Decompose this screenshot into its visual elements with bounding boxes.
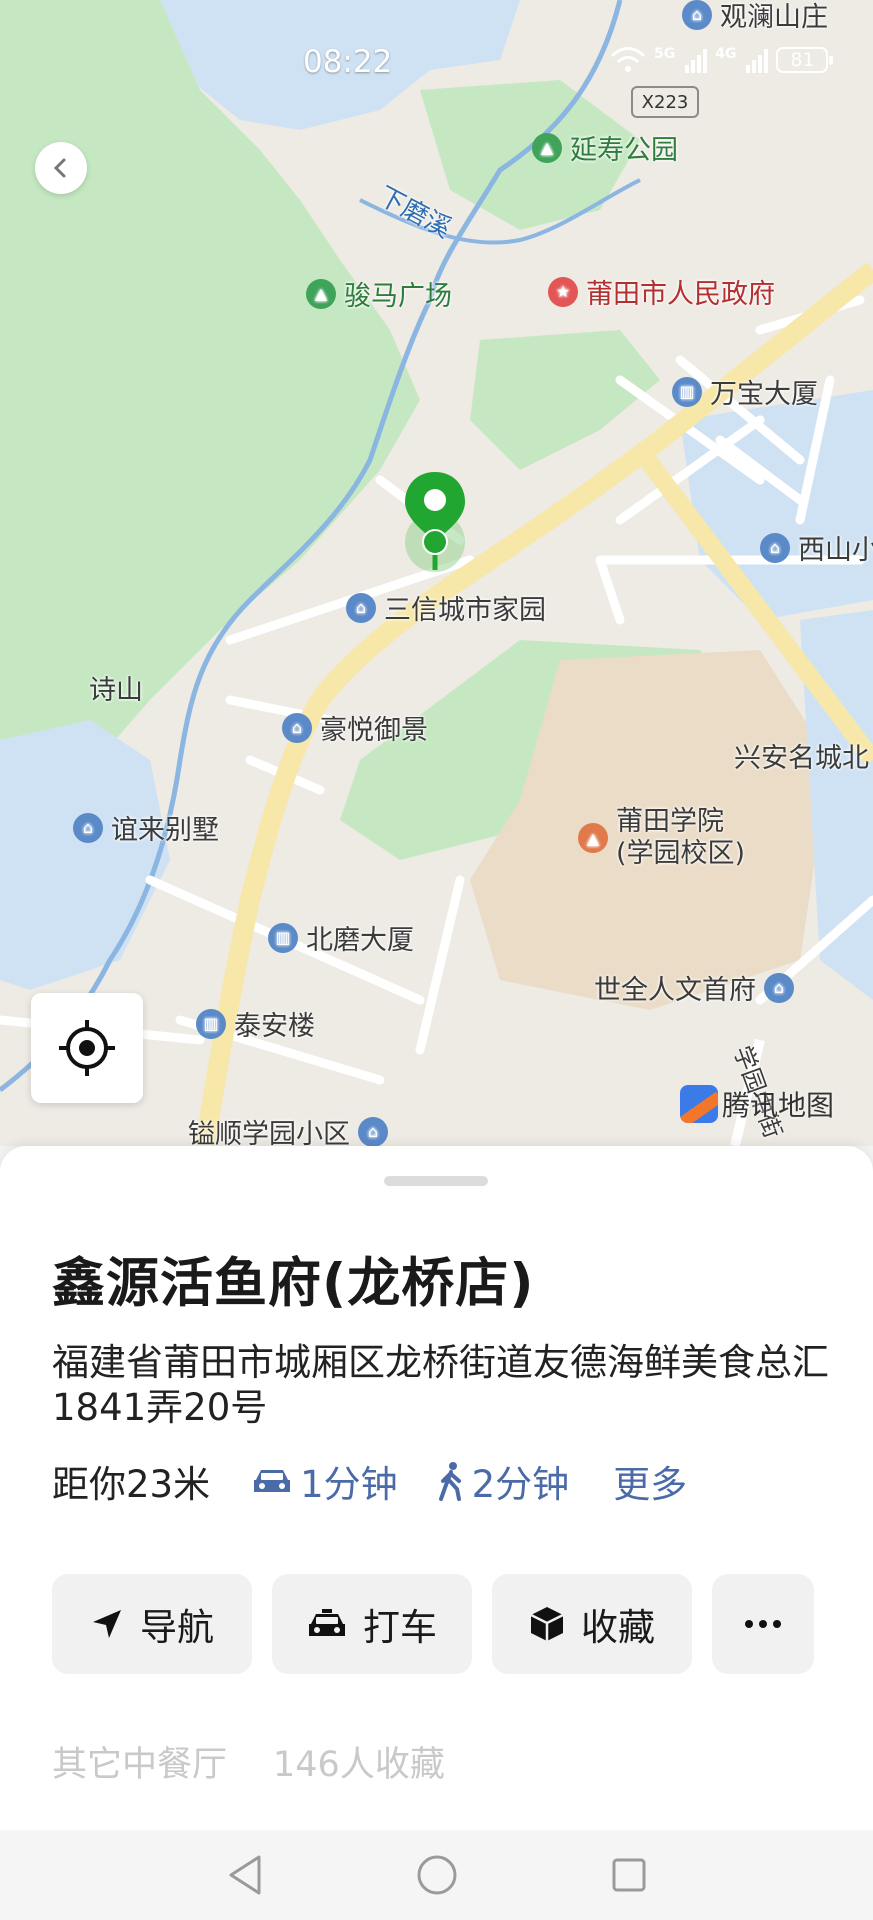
building-icon: ▥ bbox=[196, 1008, 226, 1039]
map-label-text: 北磨大厦 bbox=[306, 925, 414, 956]
map-label-gov[interactable]: ★ 莆田市人民政府 bbox=[548, 272, 775, 311]
battery-level: 81 bbox=[790, 49, 815, 71]
graduation-cap-icon: ▲ bbox=[578, 823, 608, 853]
house-icon: ⌂ bbox=[73, 812, 103, 843]
map-label-text: 镒顺学园小区 bbox=[188, 1119, 350, 1146]
map-label-yilai[interactable]: ⌂ 谊来别墅 bbox=[73, 808, 219, 847]
locate-me-button[interactable] bbox=[31, 993, 143, 1103]
house-icon: ⌂ bbox=[358, 1116, 388, 1146]
building-icon: ▥ bbox=[672, 376, 702, 407]
system-navigation-bar bbox=[0, 1830, 873, 1920]
house-icon: ⌂ bbox=[346, 592, 376, 623]
map-label-text: 三信城市家园 bbox=[384, 595, 546, 626]
network-4g-label: 4G bbox=[715, 46, 737, 62]
tencent-map-logo bbox=[680, 1085, 718, 1123]
map-label-text: 诗山 bbox=[89, 675, 143, 706]
taxi-icon bbox=[309, 1609, 345, 1636]
tree-icon: ▲ bbox=[532, 132, 562, 163]
road-shield-x223: X223 bbox=[631, 86, 699, 118]
favorite-button[interactable]: 收藏 bbox=[492, 1574, 692, 1674]
drive-time-button[interactable]: 1分钟 bbox=[252, 1454, 398, 1508]
walking-icon bbox=[438, 1462, 461, 1501]
chevron-left-icon bbox=[53, 158, 66, 178]
network-5g-label: 5G bbox=[654, 46, 676, 62]
place-address: 福建省莆田市城厢区龙桥街道友德海鲜美食总汇1841弄20号 bbox=[52, 1341, 829, 1429]
watermark-text: 腾讯地图 bbox=[722, 1089, 835, 1122]
taxi-label: 打车 bbox=[363, 1606, 437, 1649]
map-label-sanxin[interactable]: ⌂ 三信城市家园 bbox=[346, 588, 546, 627]
back-button[interactable] bbox=[35, 142, 87, 194]
map-label-shishan: 诗山 bbox=[89, 668, 143, 707]
wifi-icon bbox=[610, 47, 646, 72]
battery-icon: 81 bbox=[776, 47, 834, 73]
drive-time-text: 1分钟 bbox=[300, 1463, 398, 1506]
tree-icon: ▲ bbox=[306, 278, 336, 309]
map-label-text: 泰安楼 bbox=[234, 1011, 315, 1042]
building-icon: ▥ bbox=[268, 922, 298, 953]
drag-handle[interactable] bbox=[384, 1176, 488, 1186]
place-detail-sheet[interactable]: 鑫源活鱼府(龙桥店) 福建省莆田市城厢区龙桥街道友德海鲜美食总汇1841弄20号… bbox=[0, 1146, 873, 1830]
map-label-taian[interactable]: ▥ 泰安楼 bbox=[196, 1004, 315, 1043]
map-label-text: 延寿公园 bbox=[570, 135, 678, 166]
house-icon: ⌂ bbox=[282, 712, 312, 743]
more-link[interactable]: 更多 bbox=[613, 1454, 687, 1508]
signal-icon-2 bbox=[746, 47, 769, 73]
taxi-button[interactable]: 打车 bbox=[272, 1574, 472, 1674]
map-provider-watermark: 腾讯地图 bbox=[680, 1084, 834, 1124]
map-label-text: 西山小 bbox=[798, 535, 873, 566]
distance-text: 距你23米 bbox=[52, 1463, 211, 1506]
back-triangle-icon[interactable] bbox=[225, 1853, 265, 1897]
map-label-shiquan[interactable]: ⌂ 世全人文首府 bbox=[594, 968, 794, 1007]
recents-square-icon[interactable] bbox=[609, 1855, 649, 1895]
place-tags: 其它中餐厅 146人收藏 bbox=[52, 1736, 445, 1787]
house-icon: ⌂ bbox=[682, 0, 712, 30]
place-title: 鑫源活鱼府(龙桥店) bbox=[52, 1253, 535, 1314]
star-icon: ★ bbox=[548, 276, 578, 307]
location-pin[interactable] bbox=[395, 470, 475, 584]
home-circle-icon[interactable] bbox=[415, 1853, 459, 1897]
map-label-yishun[interactable]: ⌂ 镒顺学园小区 bbox=[188, 1112, 388, 1146]
map-pin-icon bbox=[405, 472, 465, 572]
walk-time-text: 2分钟 bbox=[471, 1463, 570, 1506]
map-label-xinganming[interactable]: 兴安名城北 bbox=[734, 736, 869, 775]
car-icon bbox=[254, 1470, 291, 1492]
map-label-guanlan[interactable]: ⌂ 观澜山庄 bbox=[682, 0, 828, 34]
category-text: 其它中餐厅 bbox=[52, 1745, 228, 1785]
map-label-text: 莆田学院 bbox=[616, 806, 724, 837]
crosshair-icon bbox=[59, 1020, 115, 1076]
map-label-text: 兴安名城北 bbox=[734, 743, 869, 774]
map-label-text: 世全人文首府 bbox=[594, 975, 756, 1006]
map-label-text: 莆田市人民政府 bbox=[586, 279, 775, 310]
map-label-wanbao[interactable]: ▥ 万宝大厦 bbox=[672, 372, 818, 411]
map-label-text: 豪悦御景 bbox=[320, 715, 428, 746]
action-buttons: 导航 打车 收藏 bbox=[52, 1574, 814, 1674]
ellipsis-icon bbox=[745, 1620, 781, 1628]
signal-icon bbox=[685, 47, 708, 73]
walk-time-button[interactable]: 2分钟 bbox=[438, 1454, 570, 1508]
map-label-haoyue[interactable]: ⌂ 豪悦御景 bbox=[282, 708, 428, 747]
map-label-yanshou[interactable]: ▲ 延寿公园 bbox=[532, 128, 678, 167]
navigate-label: 导航 bbox=[140, 1606, 214, 1649]
status-icons: 5G 4G 81 bbox=[610, 46, 834, 74]
box-icon bbox=[530, 1607, 564, 1641]
place-meta: 距你23米 1分钟 2分钟 更多 bbox=[52, 1454, 687, 1508]
map-label-text: 观澜山庄 bbox=[720, 2, 828, 33]
map-label-text: 骏马广场 bbox=[344, 281, 452, 312]
favorites-count-text: 146人收藏 bbox=[273, 1745, 445, 1785]
map-label-junma[interactable]: ▲ 骏马广场 bbox=[306, 274, 452, 313]
navigate-button[interactable]: 导航 bbox=[52, 1574, 252, 1674]
map-label-putian-uni[interactable]: ▲ 莆田学院 (学园校区) bbox=[578, 806, 745, 870]
map-label-text: 谊来别墅 bbox=[111, 815, 219, 846]
map-label-xishan[interactable]: ⌂ 西山小 bbox=[760, 528, 873, 567]
map-view[interactable]: 08:22 5G 4G 81 X223 ⌂ 观澜山庄 ▲ 延寿公园 下磨溪 ▲ 骏马广… bbox=[0, 0, 873, 1146]
map-label-text: 万宝大厦 bbox=[710, 379, 818, 410]
map-label-text: (学园校区) bbox=[616, 838, 746, 869]
navigation-arrow-icon bbox=[93, 1610, 121, 1638]
map-label-bemo[interactable]: ▥ 北磨大厦 bbox=[268, 918, 414, 957]
status-time: 08:22 bbox=[303, 44, 393, 80]
more-options-button[interactable] bbox=[712, 1574, 814, 1674]
house-icon: ⌂ bbox=[760, 532, 790, 563]
house-icon: ⌂ bbox=[764, 972, 794, 1003]
favorite-label: 收藏 bbox=[581, 1606, 655, 1649]
